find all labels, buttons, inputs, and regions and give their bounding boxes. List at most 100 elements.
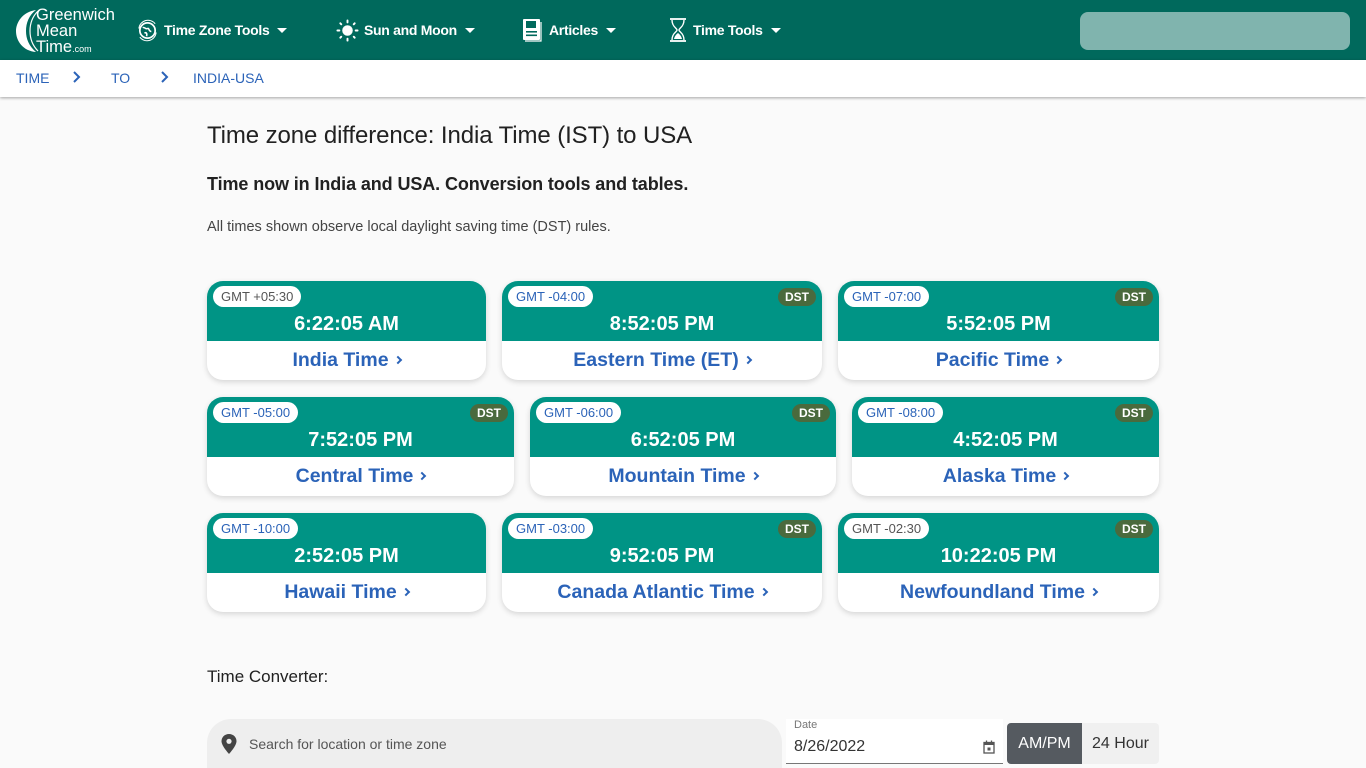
time-zone-link[interactable]: Canada Atlantic Time: [502, 581, 822, 604]
time-zone-link[interactable]: Alaska Time: [852, 465, 1159, 488]
date-field[interactable]: Date 8/26/2022: [786, 719, 1003, 764]
time-zone-card: GMT +05:30 6:22:05 AM India Time: [207, 281, 486, 380]
nav-label: Time Tools: [693, 22, 763, 38]
time-zone-name: Newfoundland Time: [900, 581, 1085, 603]
breadcrumb-to[interactable]: TO: [111, 70, 130, 86]
nav-label: Sun and Moon: [364, 22, 457, 38]
card-header: GMT -06:00 DST 6:52:05 PM: [530, 397, 836, 457]
location-search-field[interactable]: [207, 719, 782, 768]
nav-time-zone-tools[interactable]: Time Zone Tools: [136, 14, 288, 46]
24-hour-toggle-button[interactable]: 24 Hour: [1082, 723, 1159, 764]
logo-suffix: .com: [72, 44, 92, 54]
time-zone-card: GMT -08:00 DST 4:52:05 PM Alaska Time: [852, 397, 1159, 496]
location-search-input[interactable]: [249, 719, 769, 768]
top-navigation-bar: Greenwich Mean Time.com Time Zone Tools …: [0, 0, 1366, 60]
card-header: GMT +05:30 6:22:05 AM: [207, 281, 486, 341]
time-zone-link[interactable]: Hawaii Time: [207, 581, 486, 604]
dst-badge: DST: [470, 404, 508, 422]
time-zone-link[interactable]: Mountain Time: [530, 465, 836, 488]
time-zone-card: GMT -03:00 DST 9:52:05 PM Canada Atlantic T…: [502, 513, 822, 612]
nav-label: Time Zone Tools: [164, 22, 270, 38]
card-header: GMT -08:00 DST 4:52:05 PM: [852, 397, 1159, 457]
gmt-offset-badge: GMT -07:00: [844, 286, 930, 307]
time-zone-name: Pacific Time: [935, 349, 1050, 371]
time-zone-card: GMT -02:30 DST 10:22:05 PM Newfoundland Tim…: [838, 513, 1159, 612]
globe-icon: [138, 19, 157, 41]
dst-badge: DST: [778, 288, 816, 306]
card-header: GMT -04:00 DST 8:52:05 PM: [502, 281, 822, 341]
card-header: GMT -05:00 DST 7:52:05 PM: [207, 397, 514, 457]
site-logo[interactable]: Greenwich Mean Time.com: [14, 6, 124, 56]
card-header: GMT -10:00 2:52:05 PM: [207, 513, 486, 573]
caret-down-icon: [770, 27, 781, 33]
nav-sun-and-moon[interactable]: Sun and Moon: [336, 14, 475, 46]
time-zone-link[interactable]: Pacific Time: [838, 349, 1159, 372]
time-zone-link[interactable]: Eastern Time (ET): [502, 349, 822, 372]
time-zone-link[interactable]: Central Time: [207, 465, 514, 488]
caret-down-icon: [605, 27, 616, 33]
page-subtitle: Time now in India and USA. Conversion to…: [207, 174, 689, 194]
time-zone-card: GMT -04:00 DST 8:52:05 PM Eastern Time (ET): [502, 281, 822, 380]
chevron-right-icon: [1053, 355, 1063, 365]
time-zone-card: GMT -06:00 DST 6:52:05 PM Mountain Time: [530, 397, 836, 496]
chevron-right-icon: [750, 471, 759, 481]
breadcrumb: TIME TO INDIA-USA: [0, 60, 1366, 97]
current-time: 10:22:05 PM: [940, 545, 1057, 567]
dst-badge: DST: [1115, 288, 1153, 306]
gmt-offset-badge: GMT -04:00: [508, 286, 594, 307]
chevron-right-icon: [1060, 471, 1070, 481]
caret-down-icon: [464, 27, 475, 33]
dst-badge: DST: [1115, 520, 1153, 538]
nav-time-tools[interactable]: Time Tools: [668, 14, 781, 46]
chevron-right-icon: [401, 587, 410, 597]
calendar-icon[interactable]: [983, 740, 995, 754]
gmt-offset-badge: GMT -02:30: [844, 518, 930, 539]
gmt-offset-badge: GMT -08:00: [858, 402, 944, 423]
dst-badge: DST: [778, 520, 816, 538]
time-zone-card: GMT -05:00 DST 7:52:05 PM Central Time: [207, 397, 514, 496]
time-zone-card: GMT -07:00 DST 5:52:05 PM Pacific Time: [838, 281, 1159, 380]
time-zone-name: India Time: [292, 349, 389, 371]
logo-line-2: Mean: [36, 22, 78, 40]
time-zone-link[interactable]: India Time: [207, 349, 486, 372]
page-title: Time zone difference: India Time (IST) t…: [207, 122, 693, 149]
ampm-toggle-button[interactable]: AM/PM: [1007, 723, 1082, 764]
nav-articles[interactable]: Articles: [522, 14, 616, 46]
newspaper-icon: [523, 19, 542, 42]
chevron-right-icon: [393, 355, 402, 365]
hourglass-icon: [670, 18, 686, 42]
nav-label: Articles: [549, 22, 598, 38]
time-converter-label: Time Converter:: [207, 667, 329, 686]
dst-badge: DST: [792, 404, 830, 422]
time-zone-name: Canada Atlantic Time: [557, 581, 755, 603]
dst-badge: DST: [1115, 404, 1153, 422]
time-zone-name: Mountain Time: [608, 465, 746, 487]
chevron-right-icon: [759, 587, 768, 597]
card-header: GMT -02:30 DST 10:22:05 PM: [838, 513, 1159, 573]
time-zone-name: Alaska Time: [942, 465, 1057, 487]
current-time: 2:52:05 PM: [294, 545, 399, 567]
sun-icon: [336, 18, 359, 42]
card-header: GMT -07:00 DST 5:52:05 PM: [838, 281, 1159, 341]
current-time: 7:52:05 PM: [308, 429, 413, 451]
chevron-right-icon: [73, 71, 81, 83]
time-zone-name: Central Time: [295, 465, 414, 487]
gmt-offset-badge: GMT -06:00: [536, 402, 622, 423]
gmt-offset-badge: GMT -10:00: [213, 518, 299, 539]
logo-line-1: Greenwich: [36, 6, 115, 24]
gmt-offset-badge: GMT -03:00: [508, 518, 594, 539]
time-zone-link[interactable]: Newfoundland Time: [838, 581, 1159, 604]
time-zone-name: Eastern Time (ET): [573, 349, 739, 371]
logo-text: Greenwich Mean Time.com: [36, 7, 115, 57]
current-time: 9:52:05 PM: [609, 545, 715, 567]
logo-line-3: Time: [36, 38, 73, 56]
current-time: 8:52:05 PM: [609, 313, 715, 335]
date-label: Date: [794, 719, 818, 731]
dst-note: All times shown observe local daylight s…: [207, 219, 611, 235]
date-value[interactable]: 8/26/2022: [794, 738, 865, 756]
header-search-input[interactable]: [1080, 12, 1350, 50]
location-pin-icon: [221, 734, 237, 754]
current-time: 4:52:05 PM: [953, 429, 1058, 451]
breadcrumb-india-usa[interactable]: INDIA-USA: [193, 70, 264, 86]
breadcrumb-time[interactable]: TIME: [16, 70, 49, 86]
